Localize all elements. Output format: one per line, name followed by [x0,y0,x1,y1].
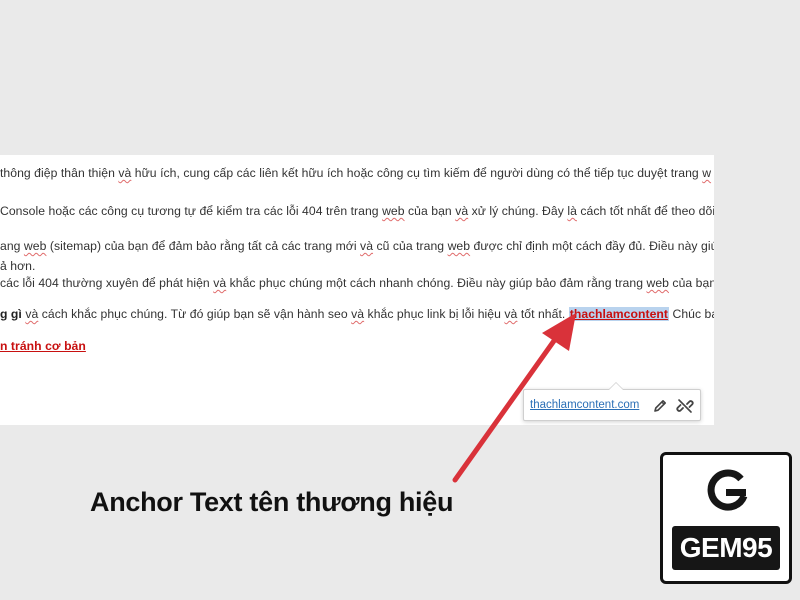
gem95-mark-icon [707,469,748,511]
gem95-logo: GEM95 [660,452,792,584]
logo-wordmark: GEM95 [672,526,780,570]
caption-text: Anchor Text tên thương hiệu [90,487,454,517]
